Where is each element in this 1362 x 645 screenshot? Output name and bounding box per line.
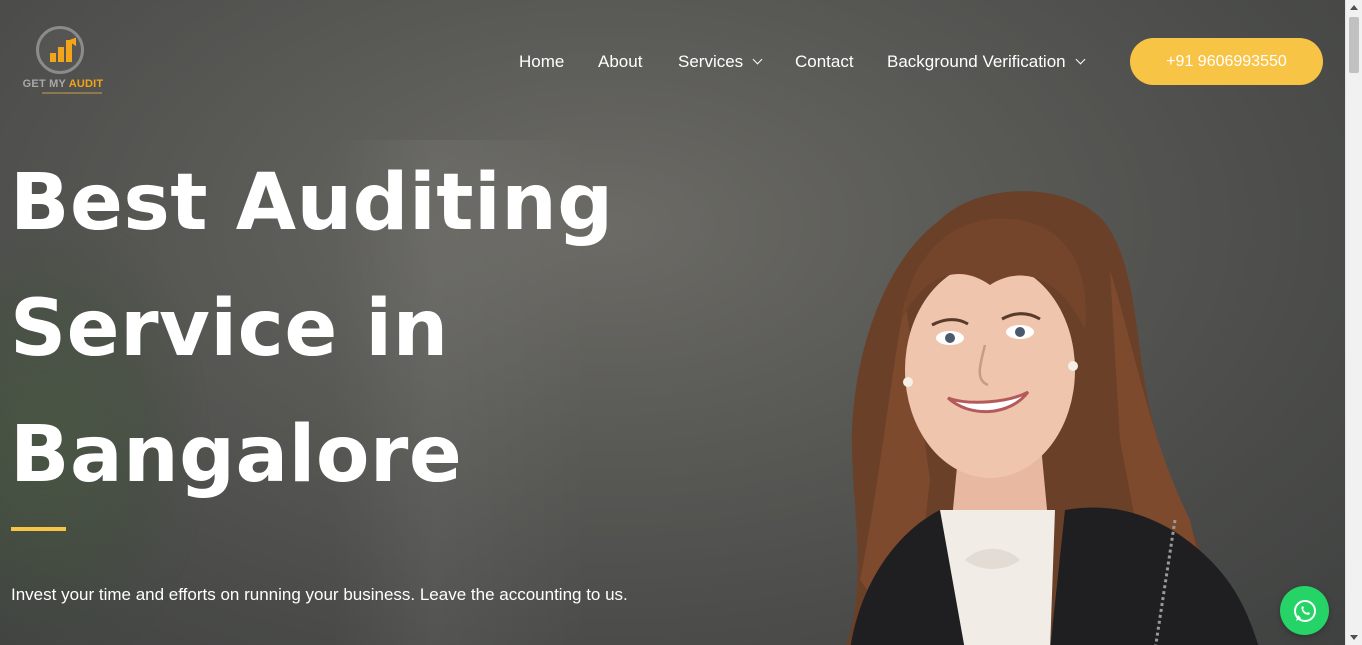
page: GET MY AUDIT Home About Services Contact… (0, 0, 1362, 645)
nav-item-label: About (598, 52, 643, 71)
nav-item-label: Contact (795, 52, 854, 71)
nav-item-about[interactable]: About (598, 50, 642, 74)
hero-subtitle: Invest your time and efforts on running … (11, 585, 628, 604)
nav-item-services[interactable]: Services (678, 50, 763, 74)
phone-button-label: +91 9606993550 (1166, 52, 1287, 70)
scroll-down-arrow-icon[interactable] (1350, 635, 1358, 640)
logo-wordmark: GET MY AUDIT (22, 78, 104, 90)
nav-item-label: Services (678, 52, 744, 71)
scrollbar-thumb[interactable] (1349, 17, 1359, 73)
whatsapp-icon (1293, 599, 1316, 622)
site-logo[interactable]: GET MY AUDIT (20, 24, 106, 100)
headline-line: Bangalore (10, 410, 463, 500)
hero-section: GET MY AUDIT Home About Services Contact… (0, 0, 1345, 645)
nav-item-contact[interactable]: Contact (795, 50, 854, 74)
chevron-down-icon (752, 54, 763, 65)
nav-item-label: Background Verification (887, 52, 1066, 71)
nav-item-home[interactable]: Home (519, 50, 564, 74)
nav-item-background-verification[interactable]: Background Verification (887, 50, 1086, 74)
page-scrollbar[interactable] (1345, 0, 1362, 645)
headline-line: Best Auditing (10, 158, 614, 248)
chevron-down-icon (1075, 54, 1086, 65)
headline-line: Service in (10, 284, 449, 374)
bar-chart-logo-icon (36, 26, 84, 74)
hero-headline: Best Auditing Service in Bangalore (10, 140, 614, 518)
headline-accent-divider (11, 527, 66, 531)
nav-item-label: Home (519, 52, 565, 71)
phone-call-button[interactable]: +91 9606993550 (1130, 38, 1323, 85)
hero-portrait-image (846, 191, 1259, 645)
whatsapp-chat-button[interactable] (1280, 586, 1329, 635)
logo-tagline (42, 92, 102, 94)
scroll-up-arrow-icon[interactable] (1350, 5, 1358, 10)
